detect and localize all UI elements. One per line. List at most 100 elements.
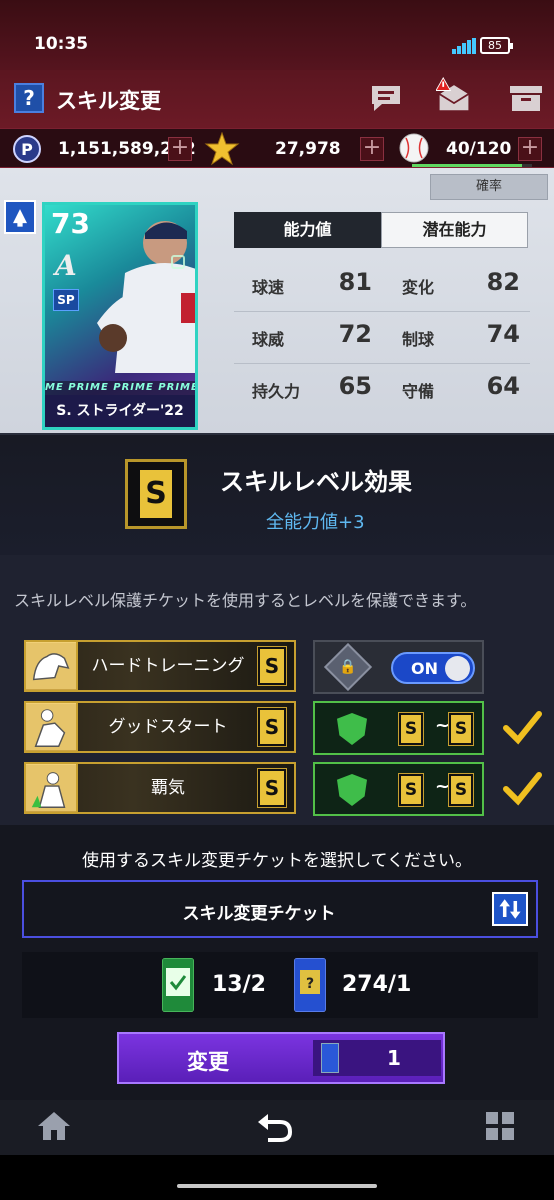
skill-grade: S (257, 707, 287, 747)
stat-label: 変化 (402, 278, 435, 297)
ticket-select-label: スキル変更チケット (182, 904, 336, 924)
toggle-knob (445, 656, 470, 681)
team-logo: A (55, 249, 77, 282)
svg-text:P: P (21, 140, 33, 159)
home-indicator[interactable] (177, 1184, 377, 1188)
player-overall: 73 (51, 207, 90, 240)
prime-strip: ME PRIME PRIME PRIME (45, 381, 195, 395)
stat-label: 守備 (402, 382, 435, 401)
add-stars-button[interactable]: + (360, 137, 384, 161)
gesture-bar (0, 1155, 554, 1200)
currency-bar: P 1,151,589,282 + 27,978 + 40/120 + (0, 128, 554, 168)
skill-grade: S (257, 768, 287, 808)
svg-text:?: ? (306, 976, 314, 992)
range-from-grade: S (398, 712, 424, 746)
stat-value: 82 (486, 268, 520, 296)
toggle-label: ON (411, 659, 438, 678)
chat-icon[interactable] (368, 82, 404, 114)
checkmark-icon[interactable] (502, 708, 542, 746)
stat-value: 65 (338, 372, 372, 400)
range-to-grade: S (448, 773, 474, 807)
ticket-select[interactable]: スキル変更チケット (22, 880, 538, 938)
ticket-cost: 1 (313, 1040, 441, 1076)
status-bar: 10:35 85 (0, 0, 554, 80)
stat-row: 球威 72 制球 74 (234, 312, 530, 364)
tab-potential[interactable]: 潜在能力 (381, 212, 528, 248)
swap-icon[interactable] (4, 200, 36, 234)
points-icon: P (13, 135, 41, 163)
star-icon (204, 132, 240, 166)
clock: 10:35 (34, 34, 89, 54)
back-icon[interactable] (254, 1108, 294, 1144)
range-from-grade: S (398, 773, 424, 807)
tab-ability[interactable]: 能力値 (234, 212, 381, 248)
help-button[interactable]: ? (14, 83, 44, 113)
skill-level-effect: S スキルレベル効果 全能力値+3 (0, 433, 554, 555)
stat-value: 81 (338, 268, 372, 296)
stamina-bar (412, 164, 532, 167)
range-separator: ~ (435, 715, 451, 736)
range-separator: ~ (435, 776, 451, 797)
skill-row-haki[interactable]: 覇気 S (24, 762, 296, 814)
bottom-nav (0, 1100, 554, 1155)
stat-row: 球速 81 変化 82 (234, 260, 530, 312)
protect-range: S ~ S (313, 762, 484, 816)
stamina-value: 40/120 (446, 139, 512, 159)
stat-value: 72 (338, 320, 372, 348)
player-photo (97, 221, 195, 373)
player-card[interactable]: 73 A SP ME PRIME PRIME PRIME S. ストライダー'2… (42, 202, 198, 430)
stat-value: 64 (486, 372, 520, 400)
stat-value: 74 (486, 320, 520, 348)
skill-grade: S (257, 646, 287, 686)
effect-grade: S (140, 470, 172, 518)
baseball-icon (399, 133, 429, 163)
battery-icon: 85 (480, 37, 513, 54)
stat-label: 球速 (252, 278, 285, 297)
skill-name: 覇気 (151, 778, 185, 798)
sort-icon[interactable] (492, 892, 528, 926)
home-icon[interactable] (34, 1108, 74, 1144)
stat-label: 持久力 (252, 382, 301, 401)
lock-control: 🔒 ON (313, 640, 484, 694)
lock-toggle[interactable]: ON (391, 652, 475, 684)
green-skill-ticket-icon[interactable] (162, 958, 194, 1012)
protect-notice: スキルレベル保護チケットを使用するとレベルを保護できます。 (14, 591, 477, 610)
probability-button[interactable]: 確率 (430, 174, 548, 200)
stars-value: 27,978 (275, 139, 341, 159)
ticket-count: 13/2 (212, 972, 266, 997)
add-points-button[interactable]: + (168, 137, 192, 161)
mail-icon[interactable] (436, 74, 472, 116)
stats-table: 球速 81 変化 82 球威 72 制球 74 持久力 65 守備 64 (234, 260, 530, 416)
training-skill-icon (26, 642, 78, 690)
stat-label: 制球 (402, 330, 435, 349)
lock-icon: 🔒 (323, 642, 373, 692)
skill-row-good-start[interactable]: グッドスタート S (24, 701, 296, 753)
add-stamina-button[interactable]: + (518, 137, 542, 161)
stat-tabs: 能力値 潜在能力 (234, 212, 528, 248)
blue-skill-ticket-icon[interactable]: ? (294, 958, 326, 1012)
menu-grid-icon[interactable] (480, 1108, 520, 1144)
effect-description: 全能力値+3 (266, 512, 365, 533)
ticket-cost-count: 1 (387, 1046, 401, 1070)
pitcher-skill-icon (26, 703, 78, 751)
change-button[interactable]: 変更 1 (117, 1032, 445, 1084)
effect-title: スキルレベル効果 (220, 468, 412, 496)
skill-name: ハードトレーニング (91, 656, 245, 676)
skill-name: グッドスタート (108, 717, 228, 737)
stat-row: 持久力 65 守備 64 (234, 364, 530, 416)
ticket-inventory: 13/2 ? 274/1 (22, 952, 538, 1018)
player-panel: 確率 73 A SP ME PRIME PRIME PRIME S. ストライダ… (0, 168, 554, 433)
position-badge: SP (53, 289, 79, 311)
player-name: S. ストライダー'22 (45, 395, 195, 427)
shield-icon (337, 774, 367, 806)
change-button-label: 変更 (187, 1050, 229, 1074)
skill-row-hard-training[interactable]: ハードトレーニング S (24, 640, 296, 692)
inbox-icon[interactable] (508, 82, 544, 114)
lock-icon (171, 255, 185, 269)
protect-range: S ~ S (313, 701, 484, 755)
shield-icon (337, 713, 367, 745)
stat-label: 球威 (252, 330, 285, 349)
range-to-grade: S (448, 712, 474, 746)
ticket-prompt: 使用するスキル変更チケットを選択してください。 (82, 851, 472, 871)
checkmark-icon[interactable] (502, 769, 542, 807)
